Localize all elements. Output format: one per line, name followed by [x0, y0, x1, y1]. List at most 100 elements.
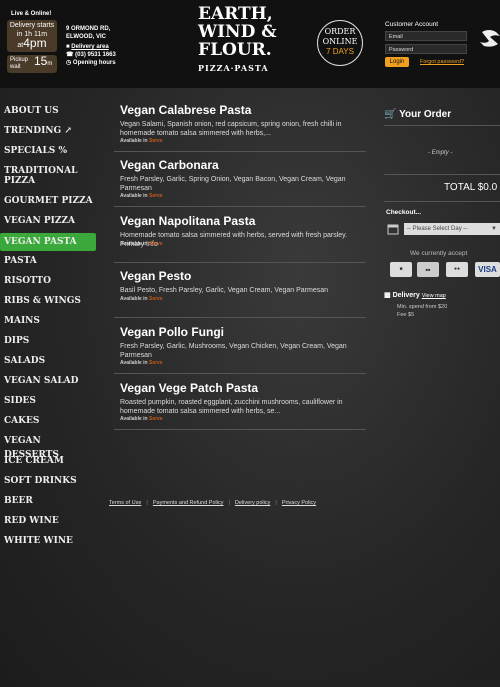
sidebar-item-label: VEGAN PASTA: [4, 237, 77, 247]
availability-label: Available in Serve: [120, 193, 163, 199]
delivery-area-label: Delivery area: [71, 44, 109, 50]
sidebar-item-label: TRENDING: [4, 126, 62, 136]
sidebar-item-gourmet-pizza[interactable]: GOURMET PIZZA: [0, 194, 96, 212]
menu-item-description: Fresh Parsley, Garlic, Mushrooms, Vegan …: [120, 343, 347, 359]
delivery-fee-label: Fee $5: [397, 312, 415, 318]
terms-link[interactable]: Terms of Use: [109, 500, 141, 506]
sidebar-item-dips[interactable]: DIPS: [0, 334, 96, 352]
brand-logo-icon: [480, 30, 500, 47]
footer-divider: |: [146, 500, 148, 506]
your-order-title: 🛒 Your Order: [384, 109, 451, 120]
logo-line-2: WIND &: [198, 22, 277, 42]
menu-item-name: Vegan Pollo Fungi: [120, 325, 225, 339]
availability-mode: Serve: [149, 138, 163, 144]
sidebar-item-vegan-pasta[interactable]: VEGAN PASTA: [0, 233, 96, 251]
menu-item[interactable]: Vegan Carbonara Fresh Parsley, Garlic, Sp…: [114, 158, 366, 207]
sidebar-item-vegan-salad[interactable]: VEGAN SALAD: [0, 374, 96, 392]
menu-item[interactable]: Vegan Vege Patch Pasta Roasted pumpkin, r…: [114, 381, 366, 430]
menu-item-description: Roasted pumpkin, roasted eggplant, zucch…: [120, 399, 343, 415]
availability-prefix: Available in: [120, 416, 148, 422]
sidebar-item-label: VEGAN SALAD: [4, 376, 79, 386]
menu-item[interactable]: Vegan Pollo Fungi Fresh Parsley, Garlic, …: [114, 325, 366, 374]
sidebar-item-specials[interactable]: SPECIALS %: [0, 144, 96, 162]
select-day-dropdown[interactable]: -- Please Select Day --: [404, 223, 500, 235]
sidebar-item-vegan-desserts[interactable]: VEGAN DESSERTS: [0, 434, 96, 460]
footer-divider: |: [275, 500, 277, 506]
sidebar-item-ribs-wings[interactable]: RIBS & WINGS: [0, 294, 96, 312]
logo-line-1: EARTH,: [198, 4, 273, 24]
delivery-starts-label: Delivery starts: [9, 22, 55, 29]
password-field[interactable]: Password: [385, 44, 467, 54]
availability-prefix: Available in: [120, 138, 148, 144]
live-online-label: Live & Online!: [11, 11, 52, 17]
sidebar-item-soft-drinks[interactable]: SOFT DRINKS: [0, 474, 96, 492]
menu-item-name: Vegan Calabrese Pasta: [120, 103, 252, 117]
sidebar-item-white-wine[interactable]: WHITE WINE: [0, 534, 96, 552]
sidebar-item-about-us[interactable]: ABOUT US: [0, 104, 96, 122]
phone-row[interactable]: ☎ (03) 9531 1663: [66, 51, 116, 59]
sidebar-item-salads[interactable]: SALADS: [0, 354, 96, 372]
menu-item-name: Vegan Vege Patch Pasta: [120, 381, 259, 395]
sidebar-item-sides[interactable]: SIDES: [0, 394, 96, 412]
order-online-badge: ORDER ONLINE 7 DAYS: [317, 20, 363, 66]
delivery-status-box: Delivery starts in 1h 11m at4pm: [7, 20, 57, 52]
phone-number: (03) 9531 1663: [75, 52, 116, 58]
sidebar-item-pasta[interactable]: PASTA: [0, 254, 96, 272]
amex-icon: ■■: [417, 262, 439, 277]
menu-item[interactable]: Vegan Napolitana Pasta Homemade tomato sa…: [114, 214, 366, 263]
pickup-wait-box: Pickup wait 15m: [7, 55, 57, 73]
menu-item-name: Vegan Pesto: [120, 269, 192, 283]
delivery-car-icon: ▩: [384, 292, 393, 299]
availability-mode: Serve: [149, 296, 163, 302]
pickup-label: Pickup: [10, 57, 29, 63]
address-line-2: ELWOOD, VIC: [66, 34, 107, 40]
menu-item[interactable]: Vegan Pesto Basil Pesto, Fresh Parsley, G…: [114, 269, 366, 318]
view-map-link[interactable]: View map: [422, 293, 446, 299]
availability-prefix: Available in: [120, 241, 148, 247]
sidebar-item-mains[interactable]: MAINS: [0, 314, 96, 332]
sidebar-item-label: BEER: [4, 496, 33, 506]
pickup-wait-unit: m: [47, 61, 53, 67]
sidebar-item-cakes[interactable]: CAKES: [0, 414, 96, 432]
login-button[interactable]: Login: [385, 57, 409, 67]
order-online-line-1: ORDER: [324, 27, 356, 36]
opening-hours-link[interactable]: ◷ Opening hours: [66, 59, 116, 67]
footer-links: Terms of Use | Payments and Refund Policy |…: [109, 500, 316, 506]
delivery-terms: Min. spend from $20 Fee $5: [397, 303, 447, 319]
sidebar-item-vegan-pizza[interactable]: VEGAN PIZZA: [0, 214, 96, 232]
site-logo[interactable]: EARTH, WIND & FLOUR. PIZZA·PASTA: [198, 5, 278, 77]
menu-item[interactable]: Vegan Calabrese Pasta Vegan Salami, Spani…: [114, 103, 366, 152]
sidebar-item-ice-cream[interactable]: ICE CREAM: [0, 454, 96, 472]
sidebar-item-red-wine[interactable]: RED WINE: [0, 514, 96, 532]
sidebar-item-label: MAINS: [4, 316, 40, 326]
sidebar-item-label: ABOUT US: [4, 106, 59, 116]
sidebar-item-traditional-pizza[interactable]: TRADITIONAL PIZZA: [0, 164, 96, 192]
opening-hours-label: Opening hours: [72, 60, 116, 66]
delivery-info: ▩ Delivery View map: [384, 291, 446, 299]
sidebar-item-label: SALADS: [4, 356, 46, 366]
pickup-wait-value: 15: [34, 54, 48, 68]
menu-item-description: Basil Pesto, Fresh Parsley, Garlic, Vega…: [120, 287, 329, 294]
payments-link[interactable]: Payments and Refund Policy: [153, 500, 224, 506]
clock-icon: ◷: [66, 60, 73, 66]
logo-subtitle: PIZZA·PASTA: [198, 63, 269, 73]
sidebar-item-risotto[interactable]: RISOTTO: [0, 274, 96, 292]
order-online-days: 7 DAYS: [326, 47, 354, 56]
menu-item-description: Vegan Salami, Spanish onion, red capsicu…: [120, 121, 342, 137]
delivery-area-link[interactable]: ■ Delivery area: [66, 43, 116, 51]
sidebar-item-trending[interactable]: TRENDING ↗: [0, 124, 96, 142]
sidebar-item-label: CAKES: [4, 416, 40, 426]
calendar-icon: [387, 224, 399, 235]
delivery-time: 4pm: [23, 36, 47, 50]
sidebar-item-beer[interactable]: BEER: [0, 494, 96, 512]
sidebar-item-label: WHITE WINE: [4, 536, 73, 546]
privacy-link[interactable]: Privacy Policy: [282, 500, 316, 506]
cart-empty-label: - Empty -: [428, 150, 453, 156]
delivery-policy-link[interactable]: Delivery policy: [235, 500, 270, 506]
availability-label: Available in Serve: [120, 138, 163, 144]
availability-mode: Serve: [149, 416, 163, 422]
menu-item-name: Vegan Napolitana Pasta: [120, 214, 256, 228]
forgot-password-link[interactable]: Forgot password?: [420, 59, 464, 65]
email-field[interactable]: Email: [385, 31, 467, 41]
availability-prefix: Available in: [120, 360, 148, 366]
